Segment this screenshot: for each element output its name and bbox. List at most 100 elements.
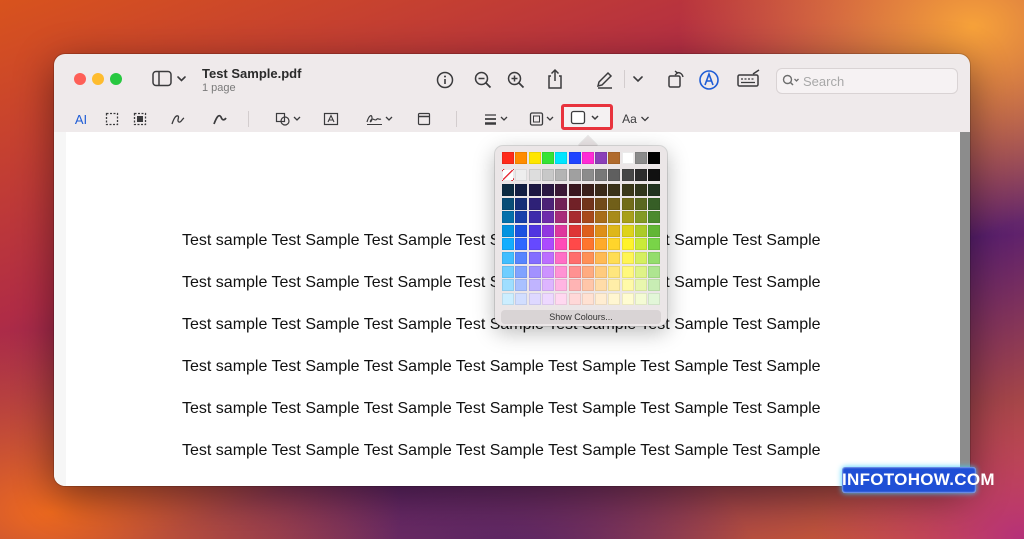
color-swatch[interactable] <box>595 224 608 237</box>
zoom-in-button[interactable] <box>505 69 527 91</box>
color-swatch[interactable] <box>635 169 647 181</box>
color-swatch[interactable] <box>608 252 621 264</box>
color-swatch[interactable] <box>555 152 568 164</box>
color-swatch[interactable] <box>555 197 568 210</box>
sign-tool[interactable] <box>364 111 396 127</box>
color-swatch[interactable] <box>555 238 568 251</box>
color-swatch[interactable] <box>621 252 634 264</box>
color-swatch[interactable] <box>568 152 581 164</box>
color-swatch[interactable] <box>515 169 528 181</box>
color-swatch[interactable] <box>502 197 514 210</box>
color-swatch[interactable] <box>621 184 634 196</box>
color-swatch[interactable] <box>528 152 541 164</box>
color-swatch[interactable] <box>568 211 581 224</box>
shape-style-button[interactable] <box>482 111 512 127</box>
color-swatch[interactable] <box>635 224 647 237</box>
text-line[interactable]: Test sample Test Sample Test Sample Test… <box>182 400 821 418</box>
color-swatch[interactable] <box>541 292 554 305</box>
color-swatch[interactable] <box>621 265 634 278</box>
color-swatch[interactable] <box>528 252 541 264</box>
color-swatch[interactable] <box>621 152 634 164</box>
color-swatch[interactable] <box>608 238 621 251</box>
color-swatch[interactable] <box>568 292 581 305</box>
no-fill-swatch[interactable] <box>502 169 514 181</box>
color-swatch[interactable] <box>648 197 661 210</box>
text-selection-tool[interactable]: AI <box>72 111 90 127</box>
color-swatch[interactable] <box>502 292 514 305</box>
color-swatch[interactable] <box>528 211 541 224</box>
color-swatch[interactable] <box>608 197 621 210</box>
color-swatch[interactable] <box>621 197 634 210</box>
color-swatch[interactable] <box>635 211 647 224</box>
color-swatch[interactable] <box>595 238 608 251</box>
color-swatch[interactable] <box>515 211 528 224</box>
text-style-button[interactable]: Aa <box>620 111 652 127</box>
color-swatch[interactable] <box>515 238 528 251</box>
color-swatch[interactable] <box>568 184 581 196</box>
color-swatch[interactable] <box>581 224 594 237</box>
color-swatch[interactable] <box>568 265 581 278</box>
text-box-tool[interactable] <box>322 111 340 127</box>
color-swatch[interactable] <box>502 238 514 251</box>
color-swatch[interactable] <box>648 169 661 181</box>
draw-tool[interactable] <box>211 111 229 127</box>
color-swatch[interactable] <box>648 252 661 264</box>
color-swatch[interactable] <box>595 265 608 278</box>
color-swatch[interactable] <box>581 211 594 224</box>
color-swatch[interactable] <box>635 279 647 292</box>
color-swatch[interactable] <box>635 265 647 278</box>
color-swatch[interactable] <box>555 169 568 181</box>
color-swatch[interactable] <box>635 152 647 164</box>
color-swatch[interactable] <box>528 184 541 196</box>
color-swatch[interactable] <box>541 152 554 164</box>
shapes-tool[interactable] <box>274 111 304 127</box>
color-swatch[interactable] <box>528 197 541 210</box>
color-swatch[interactable] <box>608 265 621 278</box>
redact-tool[interactable] <box>132 111 148 127</box>
color-swatch[interactable] <box>555 265 568 278</box>
highlight-button[interactable] <box>594 68 616 90</box>
share-button[interactable] <box>544 67 566 91</box>
color-swatch[interactable] <box>648 238 661 251</box>
color-swatch[interactable] <box>595 152 608 164</box>
color-swatch[interactable] <box>581 152 594 164</box>
color-swatch[interactable] <box>555 224 568 237</box>
color-swatch[interactable] <box>608 279 621 292</box>
color-swatch[interactable] <box>502 211 514 224</box>
color-swatch[interactable] <box>581 279 594 292</box>
color-swatch[interactable] <box>648 279 661 292</box>
color-swatch[interactable] <box>581 184 594 196</box>
color-swatch[interactable] <box>515 292 528 305</box>
color-swatch[interactable] <box>541 238 554 251</box>
color-swatch[interactable] <box>502 252 514 264</box>
color-swatch[interactable] <box>555 252 568 264</box>
color-swatch[interactable] <box>528 265 541 278</box>
color-swatch[interactable] <box>608 152 621 164</box>
highlight-options-button[interactable] <box>630 72 646 86</box>
color-swatch[interactable] <box>621 279 634 292</box>
color-swatch[interactable] <box>595 211 608 224</box>
fill-color-button[interactable] <box>561 104 613 130</box>
color-swatch[interactable] <box>555 211 568 224</box>
color-swatch[interactable] <box>528 292 541 305</box>
color-swatch[interactable] <box>635 252 647 264</box>
color-swatch[interactable] <box>541 252 554 264</box>
color-swatch[interactable] <box>635 197 647 210</box>
sidebar-toggle-button[interactable] <box>150 68 190 90</box>
color-swatch[interactable] <box>568 169 581 181</box>
color-swatch[interactable] <box>608 169 621 181</box>
text-line[interactable]: Test sample Test Sample Test Sample Test… <box>182 442 821 460</box>
color-swatch[interactable] <box>595 184 608 196</box>
color-swatch[interactable] <box>621 292 634 305</box>
color-swatch[interactable] <box>502 224 514 237</box>
color-swatch[interactable] <box>635 184 647 196</box>
note-tool[interactable] <box>415 111 433 127</box>
color-swatch[interactable] <box>595 252 608 264</box>
text-line[interactable]: Test sample Test Sample Test Sample Test… <box>182 358 821 376</box>
color-swatch[interactable] <box>648 211 661 224</box>
color-swatch[interactable] <box>635 238 647 251</box>
color-swatch[interactable] <box>555 279 568 292</box>
color-swatch[interactable] <box>648 184 661 196</box>
color-swatch[interactable] <box>502 265 514 278</box>
markup-toggle-button[interactable] <box>697 68 721 92</box>
